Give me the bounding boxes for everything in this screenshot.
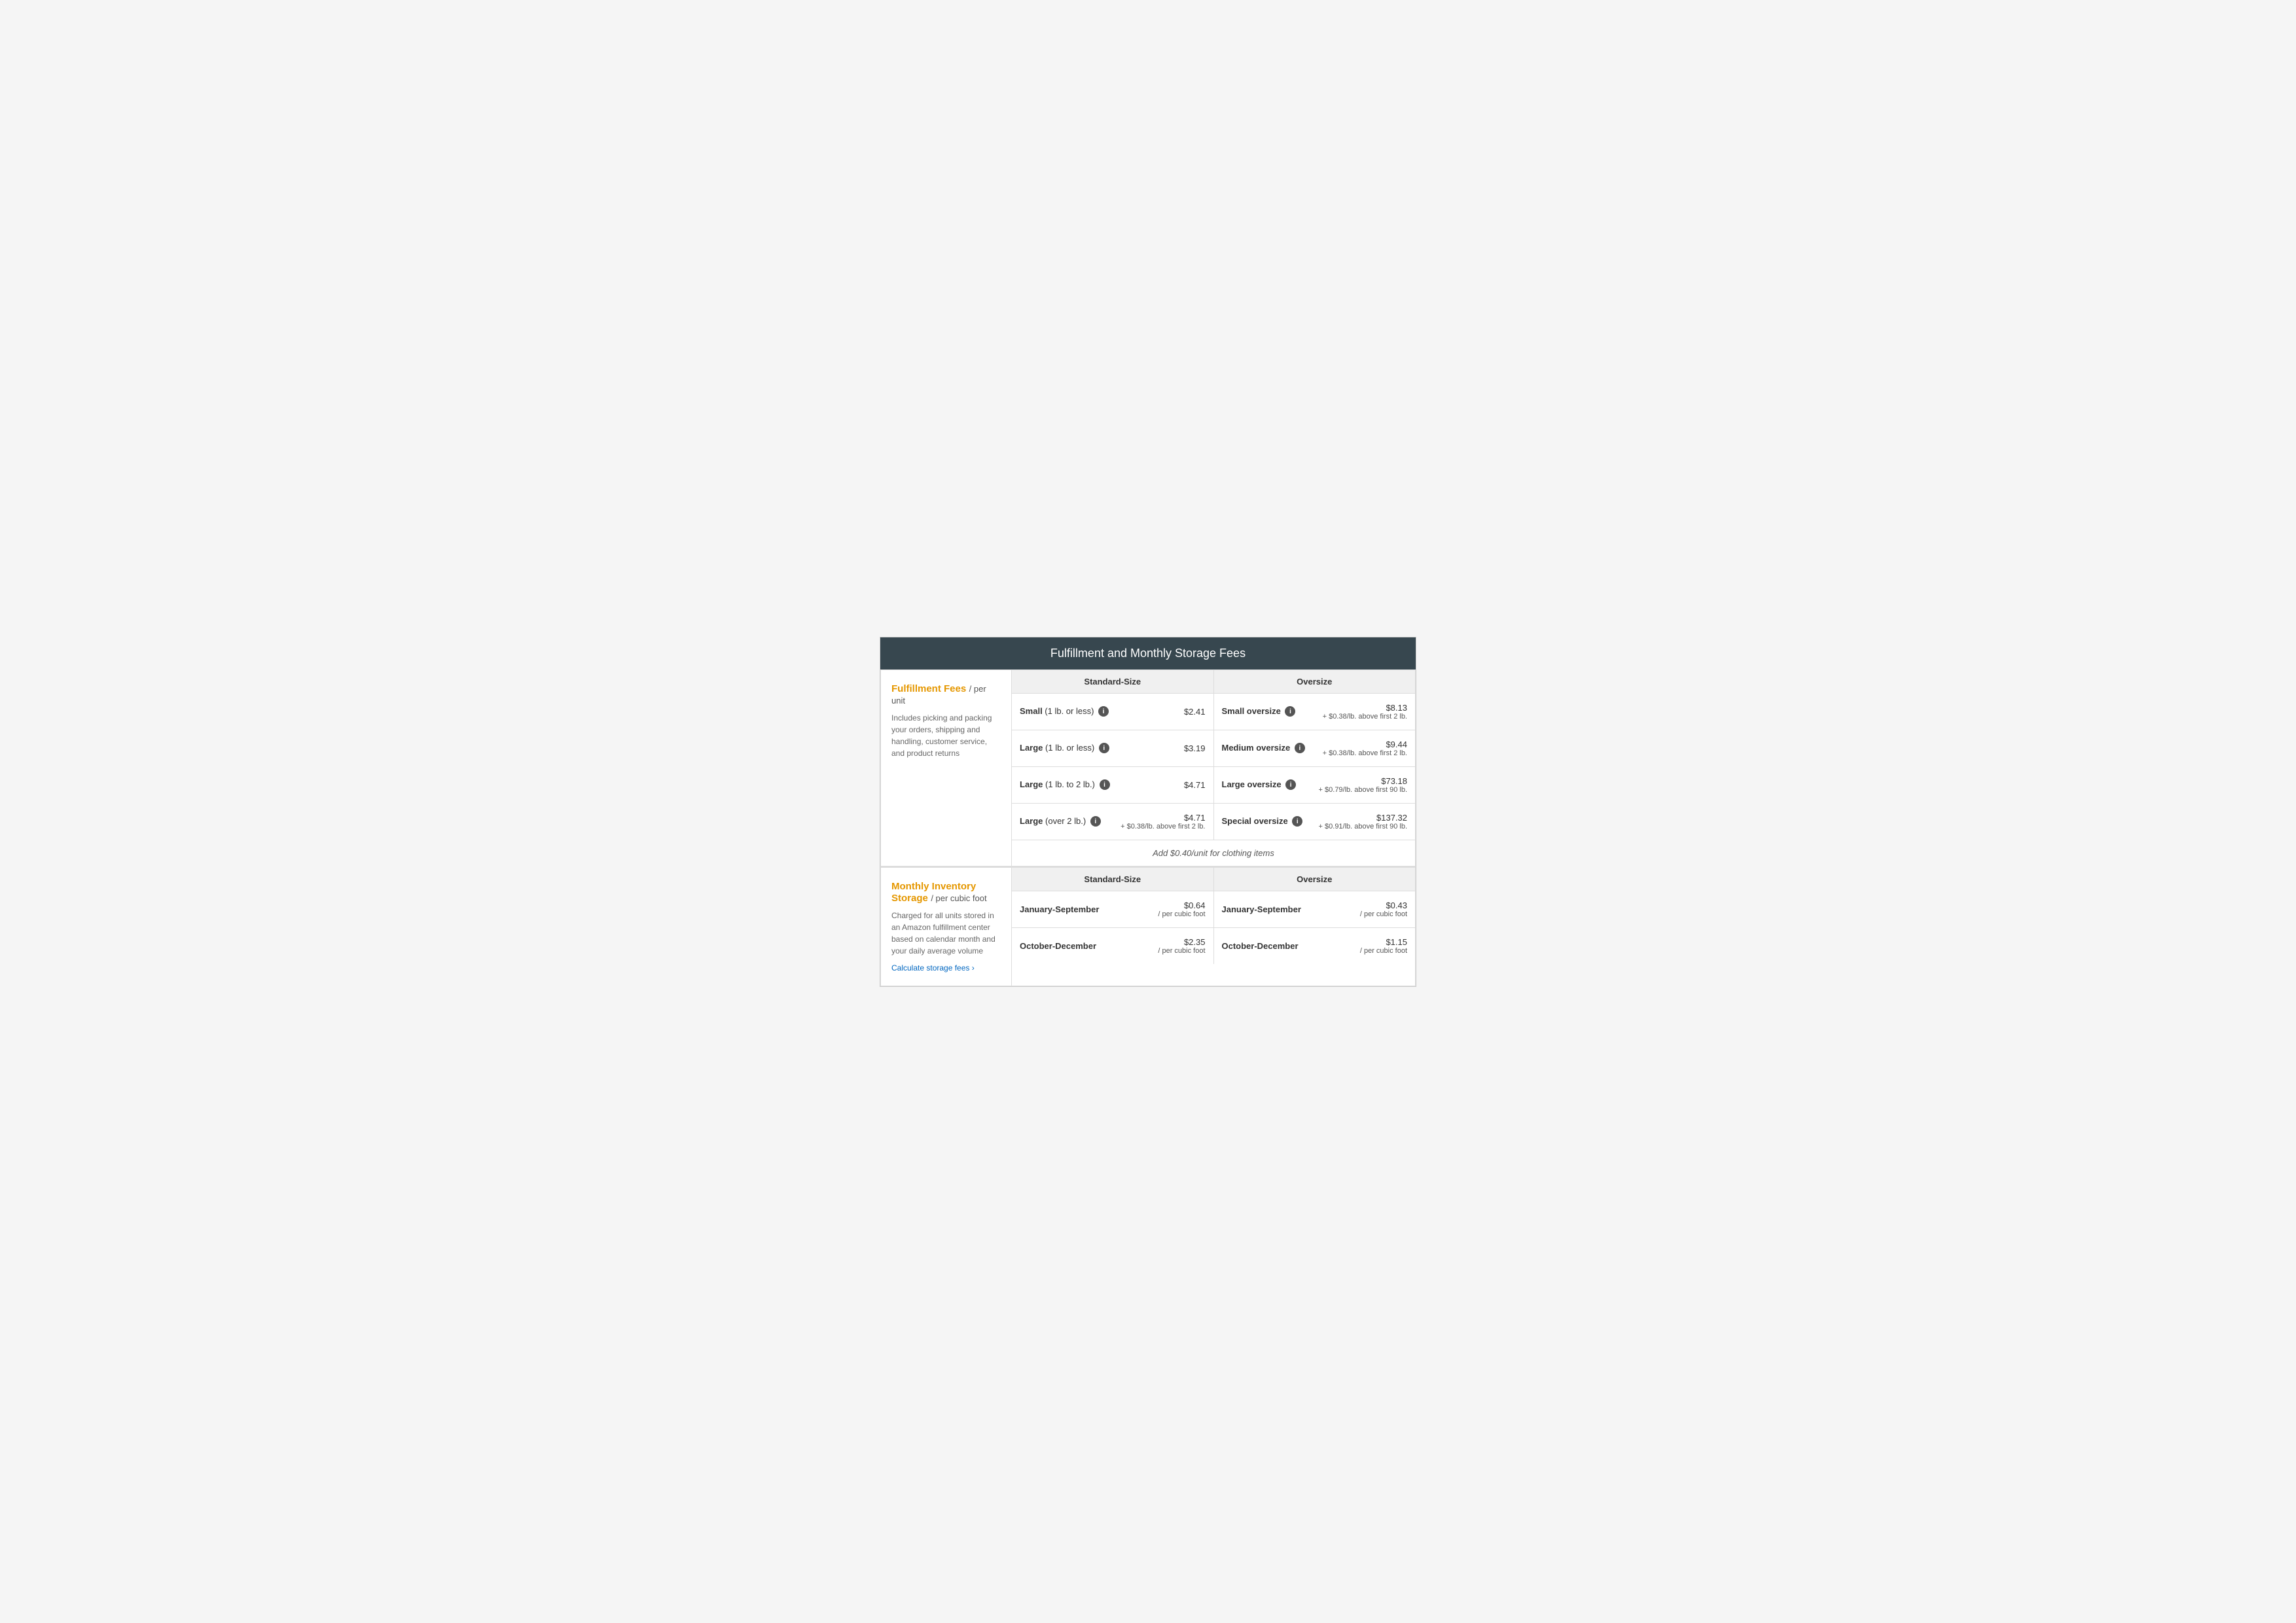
storage-std-1-value: $0.64 / per cubic foot	[1158, 901, 1205, 918]
fulfillment-ovr-4: Special oversize i $137.32 + $0.91/lb. a…	[1214, 804, 1416, 840]
storage-data-rows: January-September $0.64 / per cubic foot…	[1012, 891, 1415, 964]
fulfillment-std-1-value: $2.41	[1184, 707, 1206, 717]
fulfillment-ovr-1-extra: + $0.38/lb. above first 2 lb.	[1323, 713, 1407, 721]
main-container: Fulfillment and Monthly Storage Fees Ful…	[880, 637, 1416, 987]
storage-ovr-header: Oversize	[1214, 868, 1416, 891]
storage-ovr-1-extra: / per cubic foot	[1360, 910, 1407, 918]
storage-label-cell: Monthly Inventory Storage / per cubic fo…	[881, 867, 1012, 986]
fulfillment-ovr-3-extra: + $0.79/lb. above first 90 lb.	[1319, 786, 1407, 794]
fulfillment-data-row-1: Small (1 lb. or less) i $2.41 Small over…	[1012, 694, 1415, 730]
fulfillment-data-row-2: Large (1 lb. or less) i $3.19 Medium ove…	[1012, 730, 1415, 767]
storage-ovr-2-label: October-December	[1222, 941, 1299, 951]
storage-ovr-2-extra: / per cubic foot	[1360, 947, 1407, 955]
fulfillment-std-header: Standard-Size	[1012, 670, 1214, 694]
fulfillment-ovr-3-label: Large oversize i	[1222, 779, 1297, 791]
storage-content-cell: Standard-Size Oversize January-September	[1012, 867, 1416, 986]
storage-std-1: January-September $0.64 / per cubic foot	[1012, 891, 1214, 927]
info-icon-std-3[interactable]: i	[1100, 779, 1110, 790]
fulfillment-data-row-3: Large (1 lb. to 2 lb.) i $4.71 Large ove…	[1012, 767, 1415, 804]
fulfillment-data-row-4: Large (over 2 lb.) i $4.71 + $0.38/lb. a…	[1012, 804, 1415, 840]
info-icon-std-1[interactable]: i	[1098, 706, 1109, 717]
fulfillment-ovr-header: Oversize	[1214, 670, 1416, 694]
fulfillment-desc: Includes picking and packing your orders…	[891, 712, 1001, 759]
info-icon-ovr-2[interactable]: i	[1295, 743, 1305, 753]
fulfillment-label-cell: Fulfillment Fees / per unit Includes pic…	[881, 669, 1012, 866]
storage-data-row-2: October-December $2.35 / per cubic foot …	[1012, 928, 1415, 964]
fulfillment-std-2-label: Large (1 lb. or less) i	[1020, 743, 1109, 754]
storage-std-1-extra: / per cubic foot	[1158, 910, 1205, 918]
storage-desc: Charged for all units stored in an Amazo…	[891, 910, 1001, 957]
info-icon-ovr-3[interactable]: i	[1285, 779, 1296, 790]
fulfillment-std-4-extra: + $0.38/lb. above first 2 lb.	[1121, 823, 1205, 830]
storage-std-header: Standard-Size	[1012, 868, 1214, 891]
fulfillment-std-4: Large (over 2 lb.) i $4.71 + $0.38/lb. a…	[1012, 804, 1214, 840]
fulfillment-ovr-3-value: $73.18 + $0.79/lb. above first 90 lb.	[1319, 776, 1407, 794]
storage-subtitle: / per cubic foot	[931, 893, 986, 903]
fulfillment-data-rows: Small (1 lb. or less) i $2.41 Small over…	[1012, 694, 1415, 840]
fulfillment-std-2-value: $3.19	[1184, 743, 1206, 753]
storage-row: Monthly Inventory Storage / per cubic fo…	[881, 867, 1416, 986]
storage-ovr-2: October-December $1.15 / per cubic foot	[1214, 928, 1416, 964]
fulfillment-ovr-4-extra: + $0.91/lb. above first 90 lb.	[1319, 823, 1407, 830]
fulfillment-ovr-2: Medium oversize i $9.44 + $0.38/lb. abov…	[1214, 730, 1416, 766]
fulfillment-std-1-label: Small (1 lb. or less) i	[1020, 706, 1109, 717]
storage-std-2-value: $2.35 / per cubic foot	[1158, 937, 1205, 955]
storage-std-1-label: January-September	[1020, 904, 1099, 914]
info-icon-ovr-4[interactable]: i	[1292, 816, 1302, 827]
storage-std-2-extra: / per cubic foot	[1158, 947, 1205, 955]
storage-data-row-1: January-September $0.64 / per cubic foot…	[1012, 891, 1415, 928]
info-icon-std-2[interactable]: i	[1099, 743, 1109, 753]
fulfillment-ovr-2-label: Medium oversize i	[1222, 743, 1305, 754]
fulfillment-std-3-label: Large (1 lb. to 2 lb.) i	[1020, 779, 1110, 791]
fulfillment-std-3: Large (1 lb. to 2 lb.) i $4.71	[1012, 767, 1214, 803]
fulfillment-ovr-1-label: Small oversize i	[1222, 706, 1296, 717]
storage-title: Monthly Inventory Storage / per cubic fo…	[891, 881, 1001, 904]
fulfillment-std-1: Small (1 lb. or less) i $2.41	[1012, 694, 1214, 730]
fulfillment-table: Fulfillment Fees / per unit Includes pic…	[880, 669, 1416, 866]
storage-std-2-label: October-December	[1020, 941, 1096, 951]
fulfillment-std-4-label: Large (over 2 lb.) i	[1020, 816, 1101, 827]
storage-subheaders: Standard-Size Oversize	[1012, 868, 1415, 891]
fulfillment-std-4-value: $4.71 + $0.38/lb. above first 2 lb.	[1121, 813, 1205, 830]
storage-ovr-1: January-September $0.43 / per cubic foot	[1214, 891, 1416, 927]
calculate-storage-link[interactable]: Calculate storage fees ›	[891, 963, 1001, 972]
fulfillment-ovr-4-label: Special oversize i	[1222, 816, 1303, 827]
storage-std-2: October-December $2.35 / per cubic foot	[1012, 928, 1214, 964]
fulfillment-title-text: Fulfillment Fees	[891, 683, 966, 694]
fulfillment-ovr-2-value: $9.44 + $0.38/lb. above first 2 lb.	[1323, 740, 1407, 757]
info-icon-std-4[interactable]: i	[1090, 816, 1101, 827]
storage-table: Monthly Inventory Storage / per cubic fo…	[880, 866, 1416, 986]
fulfillment-ovr-1: Small oversize i $8.13 + $0.38/lb. above…	[1214, 694, 1416, 730]
info-icon-ovr-1[interactable]: i	[1285, 706, 1295, 717]
fulfillment-ovr-3: Large oversize i $73.18 + $0.79/lb. abov…	[1214, 767, 1416, 803]
fulfillment-title: Fulfillment Fees / per unit	[891, 683, 1001, 707]
fulfillment-std-2: Large (1 lb. or less) i $3.19	[1012, 730, 1214, 766]
fulfillment-ovr-4-value: $137.32 + $0.91/lb. above first 90 lb.	[1319, 813, 1407, 830]
clothing-note: Add $0.40/unit for clothing items	[1012, 840, 1415, 866]
fulfillment-subheaders: Standard-Size Oversize	[1012, 670, 1415, 694]
storage-ovr-1-label: January-September	[1222, 904, 1301, 914]
fulfillment-ovr-1-value: $8.13 + $0.38/lb. above first 2 lb.	[1323, 703, 1407, 721]
fulfillment-content-cell: Standard-Size Oversize Small (1 lb. or l…	[1012, 669, 1416, 866]
storage-ovr-2-value: $1.15 / per cubic foot	[1360, 937, 1407, 955]
fulfillment-ovr-2-extra: + $0.38/lb. above first 2 lb.	[1323, 749, 1407, 757]
storage-ovr-1-value: $0.43 / per cubic foot	[1360, 901, 1407, 918]
fulfillment-row: Fulfillment Fees / per unit Includes pic…	[881, 669, 1416, 866]
page-title: Fulfillment and Monthly Storage Fees	[880, 637, 1416, 669]
fulfillment-std-3-value: $4.71	[1184, 780, 1206, 790]
